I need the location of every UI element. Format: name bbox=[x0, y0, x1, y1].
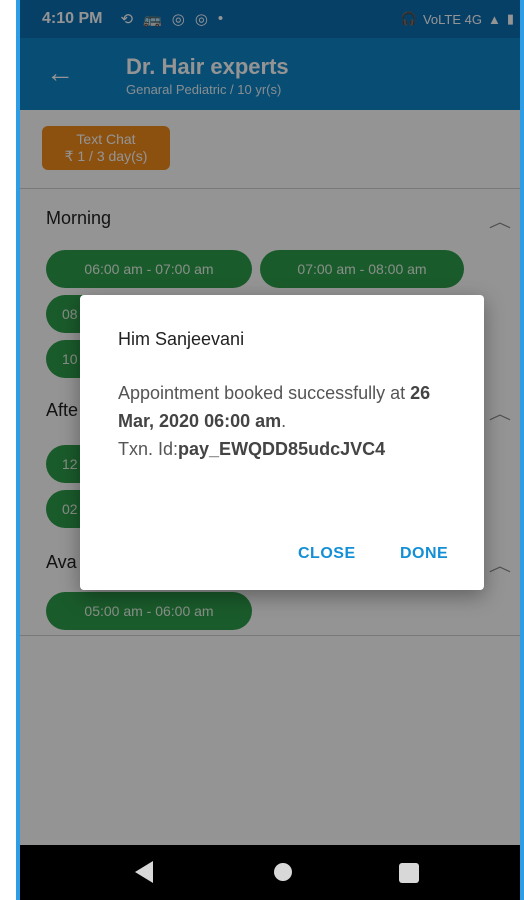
txn-label: Txn. Id: bbox=[118, 439, 179, 459]
done-button[interactable]: DONE bbox=[400, 545, 448, 563]
nav-back-icon[interactable] bbox=[135, 861, 153, 883]
dialog-title: Him Sanjeevani bbox=[118, 329, 245, 349]
close-button[interactable]: CLOSE bbox=[298, 545, 356, 563]
system-nav-bar bbox=[20, 845, 520, 900]
txn-id: pay_EWQDD85udcJVC4 bbox=[178, 439, 386, 459]
dialog-message: Appointment booked successfully at 26 Ma… bbox=[118, 379, 458, 463]
nav-recents-icon[interactable] bbox=[399, 863, 419, 883]
message-text: Appointment booked successfully at bbox=[118, 383, 411, 403]
nav-home-icon[interactable] bbox=[274, 863, 292, 881]
confirmation-dialog: Him Sanjeevani Appointment booked succes… bbox=[80, 295, 484, 590]
message-period: . bbox=[281, 411, 287, 431]
